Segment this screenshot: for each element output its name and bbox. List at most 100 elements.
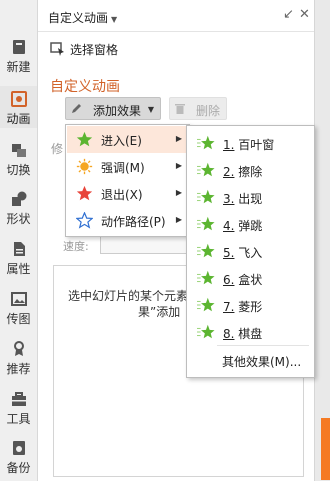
delete-label: 删除 — [196, 104, 221, 118]
add-effect-label: 添加效果 — [93, 104, 142, 118]
effect-name: 盒状 — [238, 273, 263, 287]
effect-item[interactable]: 1. 百叶窗 — [188, 129, 313, 156]
backup-icon — [12, 441, 25, 455]
sidebar: 新建 动画 切换 形状 属性 传图 推荐 工具 备份 — [0, 0, 38, 481]
chevron-down-icon: ▼ — [111, 15, 118, 24]
effect-number: 5. — [223, 246, 235, 260]
entrance-effects-menu: 1. 百叶窗 2. 擦除 3. 出现 4. 弹跳 5. 飞入 6. 盒状 7. … — [186, 125, 315, 378]
sidebar-item-recommend[interactable]: 推荐 — [0, 340, 37, 377]
sidebar-item-new[interactable]: 新建 — [0, 38, 37, 75]
effect-number: 1. — [223, 138, 235, 152]
scrollbar-accent — [321, 418, 330, 480]
sidebar-item-toolbox[interactable]: 工具 — [0, 390, 37, 427]
star-green-icon — [197, 162, 215, 177]
sidebar-item-label: 备份 — [6, 461, 31, 475]
chevron-right-icon: ▶ — [175, 215, 182, 224]
menu-item-label: 强调(M) — [101, 161, 145, 175]
section-title: 自定义动画 — [50, 79, 120, 95]
effect-item[interactable]: 5. 飞入 — [188, 237, 313, 264]
transition-icon — [11, 144, 26, 157]
effect-name: 百叶窗 — [238, 138, 275, 152]
speed-label: 速度: — [63, 240, 89, 253]
selection-pane-label: 选择窗格 — [70, 43, 119, 57]
effect-name: 出现 — [238, 192, 263, 206]
effect-item[interactable]: 6. 盒状 — [188, 264, 313, 291]
hint-text-line1: 选中幻灯片的某个元素 — [68, 289, 189, 303]
sidebar-item-property[interactable]: 属性 — [0, 240, 37, 277]
menu-item-exit[interactable]: 退出(X) ▶ — [67, 180, 188, 207]
toolbox-icon — [11, 392, 26, 406]
menu-item-label: 进入(E) — [101, 134, 142, 148]
close-icon[interactable]: ✕ — [299, 7, 310, 22]
menu-item-motion-path[interactable]: 动作路径(P) ▶ — [67, 207, 188, 234]
star-green-icon — [197, 324, 215, 339]
chevron-right-icon: ▶ — [175, 134, 182, 143]
star-green-icon — [197, 297, 215, 312]
selection-pane-button[interactable]: 选择窗格 — [50, 41, 118, 58]
effect-item[interactable]: 4. 弹跳 — [188, 210, 313, 237]
trash-icon — [175, 104, 185, 114]
star-green-icon — [197, 216, 215, 231]
shape-icon — [11, 191, 26, 206]
effect-item[interactable]: 2. 擦除 — [188, 156, 313, 183]
effect-name: 棋盘 — [238, 327, 263, 341]
chevron-right-icon: ▶ — [175, 161, 182, 170]
add-effect-menu: 进入(E) ▶ 强调(M) ▶ 退出(X) ▶ 动作路径(P) ▶ — [65, 124, 190, 237]
effect-number: 7. — [223, 300, 235, 314]
add-effect-button[interactable]: 添加效果 ▼ — [65, 97, 161, 120]
recommend-icon — [13, 341, 24, 356]
panel-titlebar: 自定义动画 ▼ ↙ ✕ — [38, 0, 314, 32]
star-green-icon — [197, 243, 215, 258]
sidebar-item-shape[interactable]: 形状 — [0, 190, 37, 227]
chevron-down-icon: ▼ — [147, 105, 154, 114]
sidebar-item-label: 属性 — [6, 262, 31, 276]
effect-item[interactable]: 8. 棋盘 — [188, 318, 313, 345]
star-green-icon — [197, 135, 215, 150]
effect-label: 6. 盒状 — [223, 271, 262, 288]
menu-item-entrance[interactable]: 进入(E) ▶ — [67, 126, 188, 153]
sidebar-item-label: 工具 — [6, 412, 31, 426]
effect-number: 2. — [223, 165, 235, 179]
more-effects-item[interactable]: 其他效果(M)... — [222, 353, 301, 370]
chevron-right-icon: ▶ — [175, 188, 182, 197]
star-green-icon — [76, 131, 93, 147]
menu-item-label: 退出(X) — [101, 188, 143, 202]
effect-label: 3. 出现 — [223, 190, 262, 207]
effect-name: 擦除 — [238, 165, 263, 179]
menu-item-label: 动作路径(P) — [101, 215, 166, 229]
pen-icon — [72, 104, 81, 113]
effect-label: 1. 百叶窗 — [223, 136, 274, 153]
sidebar-item-transition[interactable]: 切换 — [0, 141, 37, 178]
sidebar-item-label: 形状 — [6, 212, 31, 226]
sidebar-item-label: 传图 — [6, 312, 31, 326]
effect-item[interactable]: 7. 菱形 — [188, 291, 313, 318]
sidebar-item-animation[interactable]: 动画 — [0, 86, 37, 128]
star-outline-blue-icon — [76, 212, 93, 229]
menu-item-emphasis[interactable]: 强调(M) ▶ — [67, 153, 188, 180]
hint-text-line2: 果”添加 — [138, 305, 181, 319]
star-red-icon — [76, 185, 93, 201]
effect-label: 4. 弹跳 — [223, 217, 262, 234]
star-green-icon — [197, 270, 215, 285]
effect-name: 菱形 — [238, 300, 263, 314]
modify-label: 修 — [51, 142, 64, 156]
panel-title: 自定义动画 — [48, 11, 109, 25]
pin-icon[interactable]: ↙ — [283, 7, 294, 22]
sidebar-item-label: 新建 — [6, 60, 31, 74]
property-icon — [13, 242, 25, 256]
effect-name: 飞入 — [238, 246, 263, 260]
sidebar-item-label: 推荐 — [6, 362, 31, 376]
upload-image-icon — [10, 292, 27, 306]
panel-title-dropdown[interactable]: 自定义动画 ▼ — [48, 9, 117, 26]
scrollbar[interactable] — [314, 0, 330, 481]
new-icon — [12, 40, 25, 54]
delete-button[interactable]: 删除 — [169, 97, 227, 120]
effect-label: 8. 棋盘 — [223, 325, 262, 342]
sidebar-item-label: 切换 — [6, 163, 31, 177]
effect-item[interactable]: 3. 出现 — [188, 183, 313, 210]
sidebar-item-upload-image[interactable]: 传图 — [0, 290, 37, 327]
star-green-icon — [197, 189, 215, 204]
sidebar-item-backup[interactable]: 备份 — [0, 439, 37, 476]
effect-number: 8. — [223, 327, 235, 341]
effect-number: 6. — [223, 273, 235, 287]
